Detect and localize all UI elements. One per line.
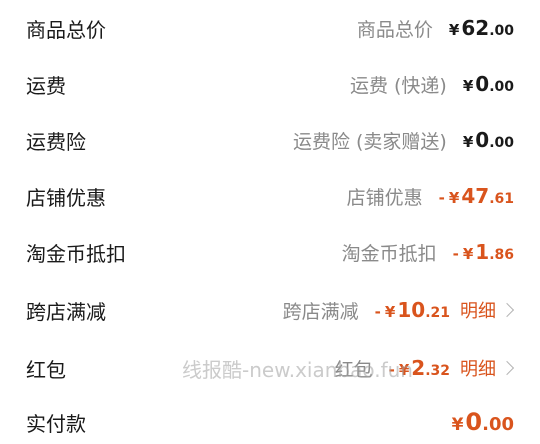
amount-integer: 47 <box>461 184 490 208</box>
amount-integer: 10 <box>397 298 426 322</box>
row-sublabel: 跨店满减 <box>282 300 359 323</box>
amount-decimal: .00 <box>489 23 514 39</box>
currency-symbol: ¥ <box>451 415 464 435</box>
discount-amount: - ¥ 2 .32 <box>389 356 450 380</box>
row-label: 跨店满减 <box>26 299 106 324</box>
row-sublabel: 店铺优惠 <box>346 186 423 209</box>
row-value-group: 运费险 (卖家赠送) ¥ 0 .00 <box>293 127 514 154</box>
amount-integer: 2 <box>411 356 426 380</box>
row-sublabel: 红包 <box>334 358 373 381</box>
total-label: 实付款 <box>26 411 86 436</box>
amount-decimal: .32 <box>425 363 450 379</box>
row-label: 商品总价 <box>26 17 106 42</box>
row-value-group: 淘金币抵扣 - ¥ 1 .86 <box>342 239 514 266</box>
amount-decimal: .00 <box>482 414 514 435</box>
row-value-group: 红包 - ¥ 2 .32 明细 <box>334 355 515 382</box>
row-label: 淘金币抵扣 <box>26 241 126 266</box>
row-sublabel: 运费 (快递) <box>349 74 447 97</box>
row-actual-payment: 实付款 ¥ 0 .00 <box>0 394 540 444</box>
currency-symbol: ¥ <box>448 21 460 39</box>
currency-symbol: ¥ <box>398 361 410 379</box>
minus-sign: - <box>452 245 459 263</box>
currency-symbol: ¥ <box>462 77 474 95</box>
row-taojinbi-deduction: 淘金币抵扣 淘金币抵扣 - ¥ 1 .86 <box>0 224 540 280</box>
row-sublabel: 淘金币抵扣 <box>341 242 437 265</box>
row-label: 运费 <box>26 73 66 98</box>
minus-sign: - <box>388 361 395 379</box>
row-label: 红包 <box>26 357 66 382</box>
discount-amount: - ¥ 10 .21 <box>375 298 450 322</box>
discount-amount: - ¥ 1 .86 <box>453 240 514 264</box>
detail-link-cross-store[interactable]: 明细 <box>460 297 515 323</box>
amount-decimal: .21 <box>425 305 450 321</box>
detail-link-red-packet[interactable]: 明细 <box>460 355 515 381</box>
currency-symbol: ¥ <box>462 133 474 151</box>
currency-symbol: ¥ <box>448 189 460 207</box>
order-price-breakdown: 商品总价 商品总价 ¥ 62 .00 运费 运费 (快递) ¥ 0 .00 运费… <box>0 0 540 444</box>
row-store-discount: 店铺优惠 店铺优惠 - ¥ 47 .61 <box>0 168 540 224</box>
amount-integer: 1 <box>475 240 490 264</box>
amount-decimal: .00 <box>489 135 514 151</box>
currency-symbol: ¥ <box>384 303 396 321</box>
amount: ¥ 0 .00 <box>463 72 514 96</box>
amount: ¥ 0 .00 <box>463 128 514 152</box>
amount-integer: 0 <box>465 408 483 436</box>
row-shipping: 运费 运费 (快递) ¥ 0 .00 <box>0 56 540 112</box>
minus-sign: - <box>438 189 445 207</box>
discount-amount: - ¥ 47 .61 <box>439 184 514 208</box>
detail-link-label: 明细 <box>460 359 496 380</box>
currency-symbol: ¥ <box>462 245 474 263</box>
chevron-right-icon <box>499 360 515 376</box>
row-sublabel: 运费险 (卖家赠送) <box>292 130 447 153</box>
row-red-packet: 红包 红包 - ¥ 2 .32 明细 <box>0 340 540 396</box>
amount-integer: 0 <box>475 72 490 96</box>
row-value-group: 店铺优惠 - ¥ 47 .61 <box>347 183 514 210</box>
amount-decimal: .61 <box>489 191 514 207</box>
row-label: 运费险 <box>26 129 86 154</box>
amount-integer: 62 <box>461 16 490 40</box>
row-value-group: 运费 (快递) ¥ 0 .00 <box>350 71 514 98</box>
row-value-group: 跨店满减 - ¥ 10 .21 明细 <box>282 297 515 324</box>
row-value-group: 商品总价 ¥ 62 .00 <box>357 15 514 42</box>
chevron-right-icon <box>499 302 515 318</box>
row-goods-total: 商品总价 商品总价 ¥ 62 .00 <box>0 0 540 56</box>
amount-decimal: .86 <box>489 247 514 263</box>
amount: ¥ 62 .00 <box>449 16 514 40</box>
minus-sign: - <box>374 303 381 321</box>
total-amount: ¥ 0 .00 <box>452 408 514 436</box>
row-sublabel: 商品总价 <box>356 18 433 41</box>
row-shipping-insurance: 运费险 运费险 (卖家赠送) ¥ 0 .00 <box>0 112 540 168</box>
row-cross-store-discount: 跨店满减 跨店满减 - ¥ 10 .21 明细 <box>0 282 540 338</box>
detail-link-label: 明细 <box>460 301 496 322</box>
amount-integer: 0 <box>475 128 490 152</box>
row-label: 店铺优惠 <box>26 185 106 210</box>
total-value-group: ¥ 0 .00 <box>452 408 514 436</box>
amount-decimal: .00 <box>489 79 514 95</box>
